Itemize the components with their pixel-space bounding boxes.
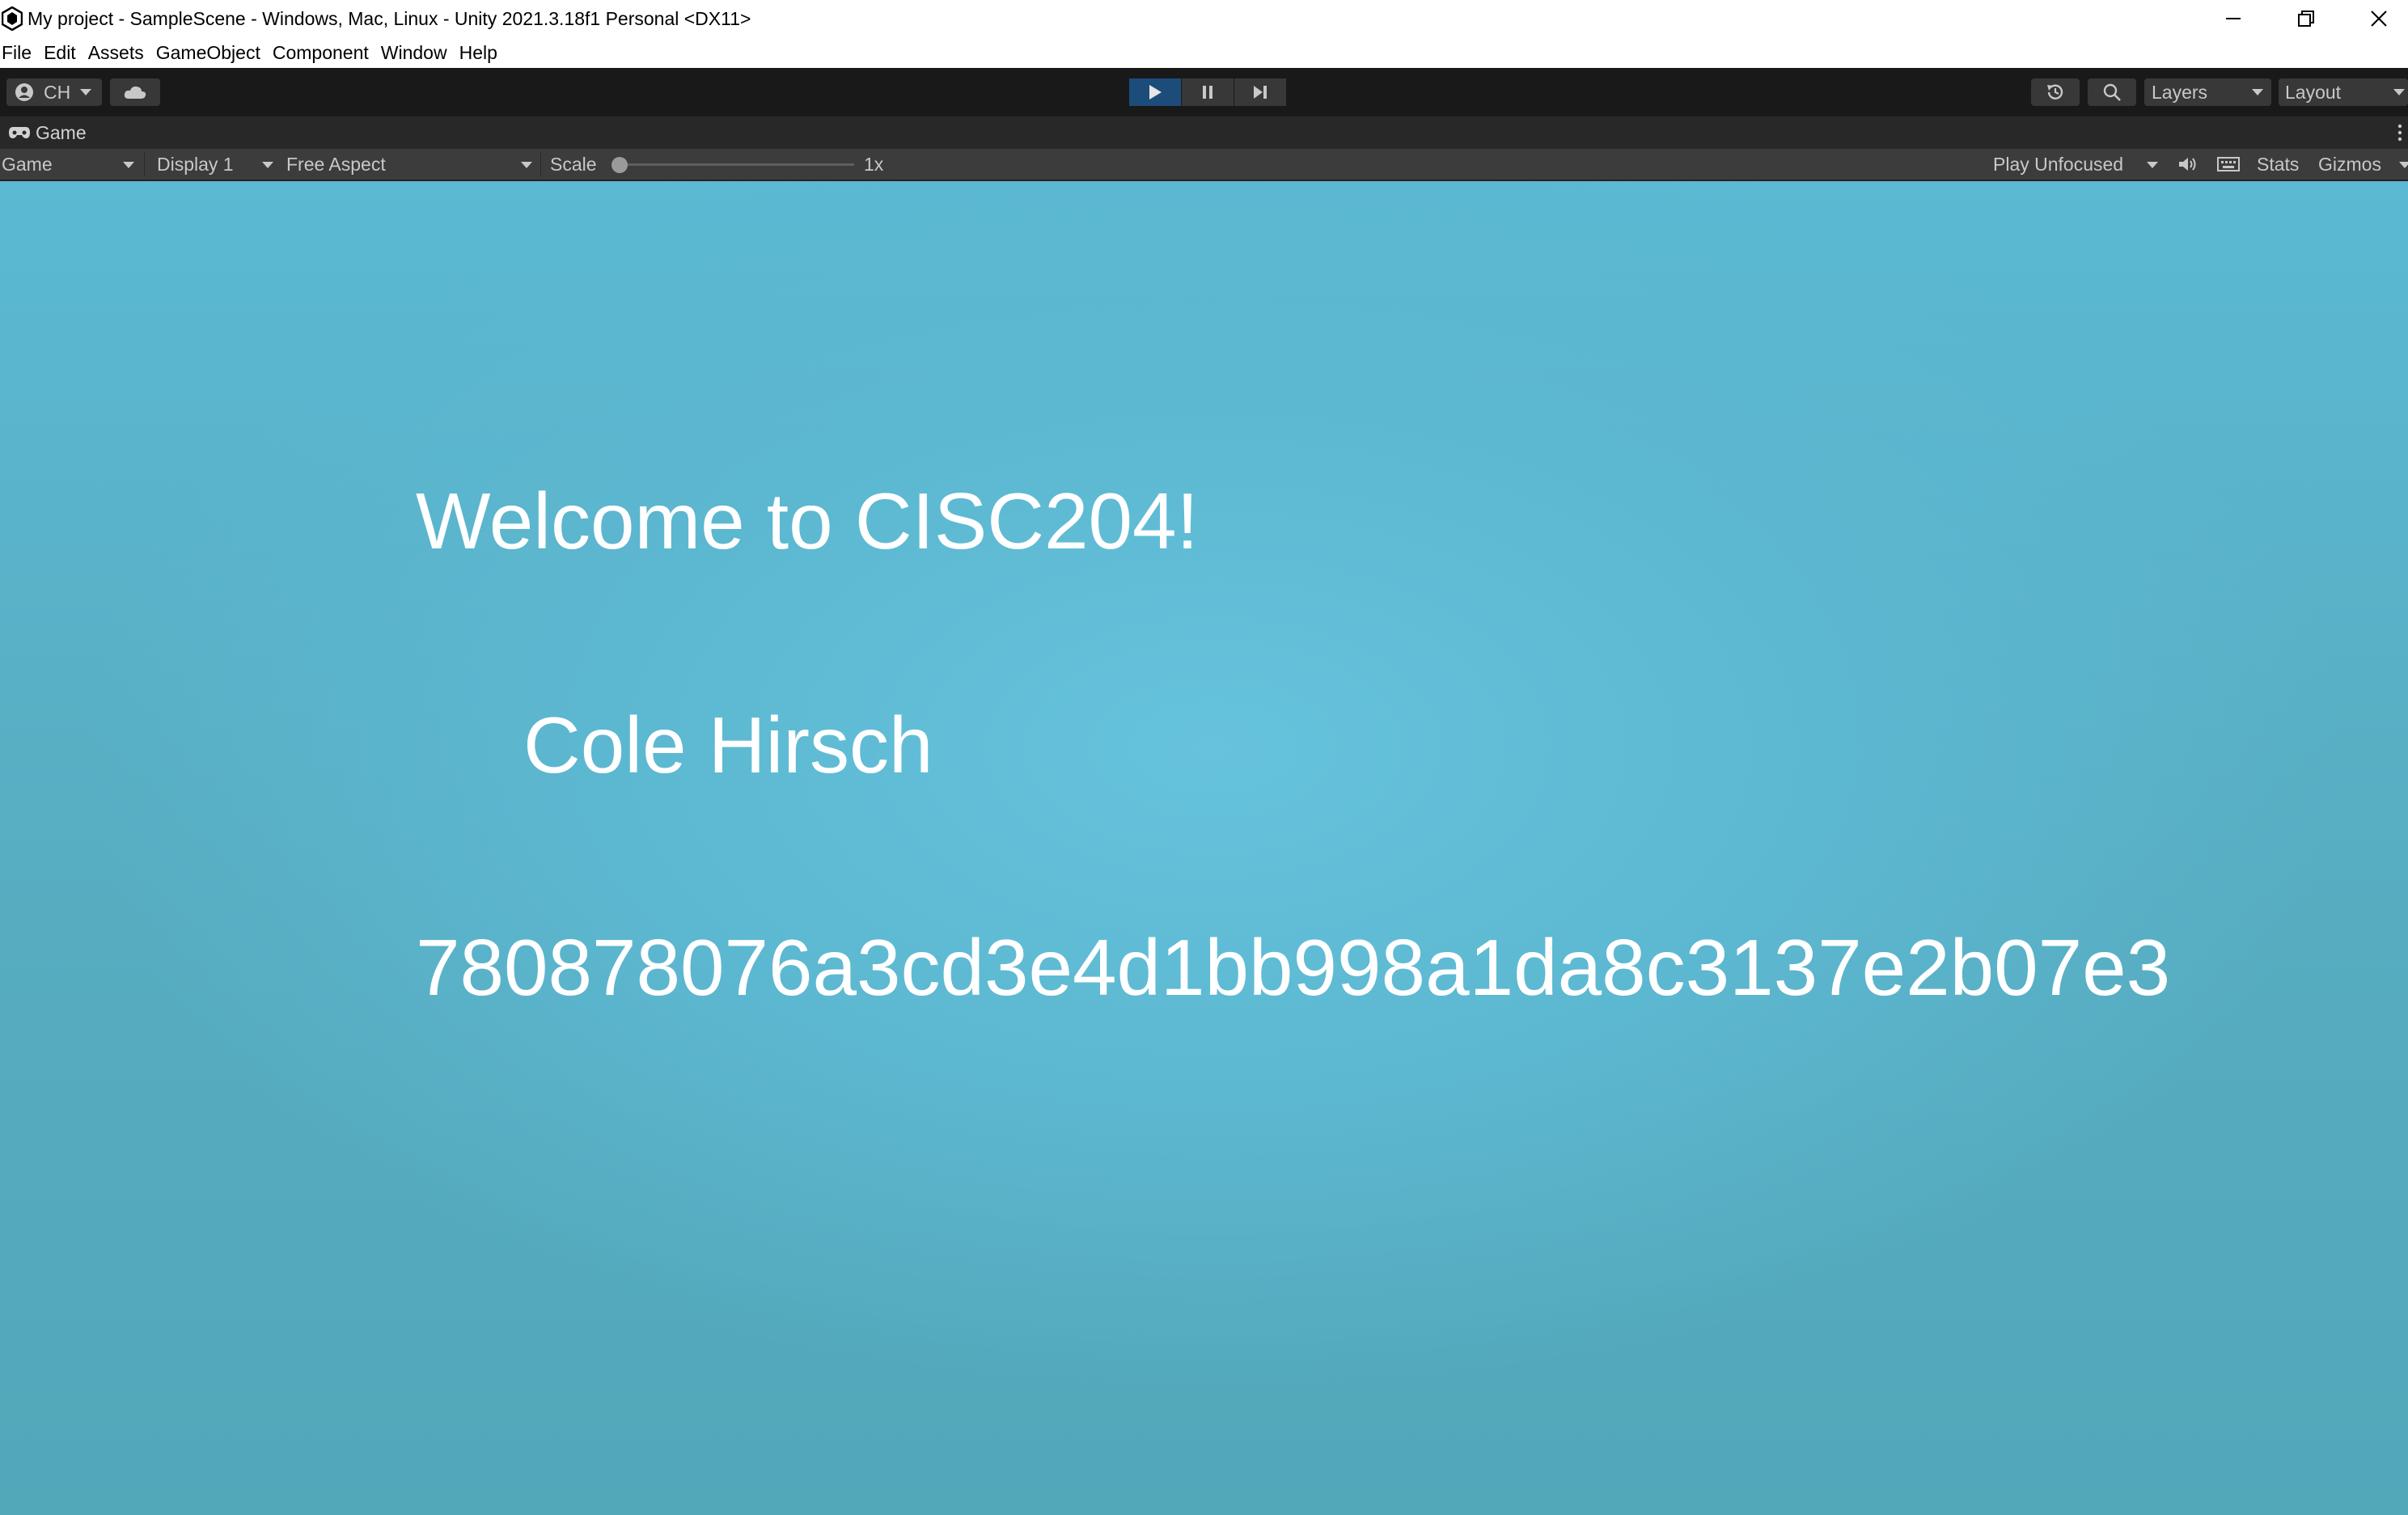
undo-history-button[interactable]: [2031, 78, 2080, 106]
mute-audio-button[interactable]: [2174, 149, 2202, 180]
chevron-down-icon: [2252, 89, 2263, 95]
game-tab-header: Game: [0, 116, 2408, 149]
unity-logo-icon: [2, 6, 23, 31]
chevron-down-icon: [123, 162, 134, 168]
playback-controls: [1129, 78, 1287, 106]
chevron-down-icon: [2393, 89, 2405, 95]
pause-button[interactable]: [1182, 78, 1234, 106]
window-title-bar: My project - SampleScene - Windows, Mac,…: [0, 0, 2408, 37]
cloud-icon: [124, 86, 146, 99]
menu-gameobject[interactable]: GameObject: [156, 42, 260, 64]
account-label: CH: [44, 81, 71, 103]
welcome-text: Welcome to CISC204!: [416, 476, 1199, 565]
stats-label: Stats: [2257, 153, 2300, 175]
speaker-icon: [2179, 158, 2196, 171]
aspect-dropdown[interactable]: Free Aspect: [286, 149, 534, 180]
chevron-down-icon: [521, 162, 532, 168]
hash-text: 780878076a3cd3e4d1bb998a1da8c3137e2b07e3: [416, 923, 2171, 1012]
display-dropdown[interactable]: Display 1: [157, 149, 275, 180]
scale-value: 1x: [864, 153, 884, 175]
main-toolbar: CH Layers Layout: [0, 68, 2408, 116]
chevron-down-icon: [2147, 162, 2158, 168]
history-icon: [2047, 84, 2063, 99]
play-icon: [1149, 85, 1162, 99]
tab-game-label: Game: [36, 121, 87, 143]
minimize-icon: [2226, 18, 2241, 19]
stats-button[interactable]: Stats: [2257, 149, 2299, 180]
menu-file[interactable]: File: [2, 42, 32, 64]
layers-label: Layers: [2152, 81, 2208, 103]
window-title: My project - SampleScene - Windows, Mac,…: [28, 8, 751, 29]
display-label: Display 1: [157, 153, 234, 175]
game-view[interactable]: Welcome to CISC204! Cole Hirsch 78087807…: [0, 181, 2408, 1515]
divider: [144, 152, 145, 176]
play-button[interactable]: [1129, 78, 1181, 106]
menu-edit[interactable]: Edit: [44, 42, 76, 64]
scale-label: Scale: [550, 153, 597, 175]
account-dropdown[interactable]: CH: [6, 78, 102, 106]
step-icon: [1254, 86, 1267, 99]
scale-slider-track[interactable]: [616, 163, 854, 166]
aspect-label: Free Aspect: [286, 153, 386, 175]
gizmos-label: Gizmos: [2318, 153, 2381, 175]
step-button[interactable]: [1234, 78, 1286, 106]
menu-window[interactable]: Window: [381, 42, 447, 64]
view-mode-dropdown[interactable]: Game: [2, 149, 136, 180]
student-name-text: Cole Hirsch: [523, 700, 933, 789]
divider: [540, 152, 541, 176]
keyboard-icon: [2217, 157, 2240, 171]
menu-help[interactable]: Help: [459, 42, 497, 64]
pause-icon: [1203, 86, 1212, 99]
close-window-button[interactable]: [2342, 0, 2408, 37]
layout-label: Layout: [2285, 81, 2342, 103]
layout-dropdown[interactable]: Layout: [2279, 78, 2408, 106]
restore-icon: [2298, 11, 2314, 27]
gizmos-dropdown[interactable]: Gizmos: [2318, 149, 2408, 180]
layers-dropdown[interactable]: Layers: [2144, 78, 2271, 106]
scale-slider-handle[interactable]: [612, 157, 628, 173]
play-mode-dropdown[interactable]: Play Unfocused: [1993, 149, 2160, 180]
chevron-down-icon: [80, 89, 92, 95]
chevron-down-icon: [2399, 162, 2408, 168]
close-icon: [2371, 11, 2387, 27]
more-options-icon[interactable]: [2397, 123, 2403, 142]
view-mode-label: Game: [2, 153, 53, 175]
menu-bar: File Edit Assets GameObject Component Wi…: [0, 37, 2408, 68]
game-view-toolbar: Game Display 1 Free Aspect Scale 1x Play…: [0, 149, 2408, 181]
account-icon: [15, 83, 33, 101]
menu-component[interactable]: Component: [273, 42, 369, 64]
restore-button[interactable]: [2270, 0, 2342, 37]
play-mode-label: Play Unfocused: [1993, 153, 2124, 175]
chevron-down-icon: [262, 162, 273, 168]
search-icon: [2103, 83, 2121, 101]
search-button[interactable]: [2088, 78, 2136, 106]
cloud-button[interactable]: [110, 78, 160, 106]
tab-game[interactable]: Game: [0, 116, 87, 149]
minimize-button[interactable]: [2197, 0, 2270, 37]
shortcuts-button[interactable]: [2215, 149, 2242, 180]
menu-assets[interactable]: Assets: [88, 42, 144, 64]
gamepad-icon: [9, 127, 30, 138]
